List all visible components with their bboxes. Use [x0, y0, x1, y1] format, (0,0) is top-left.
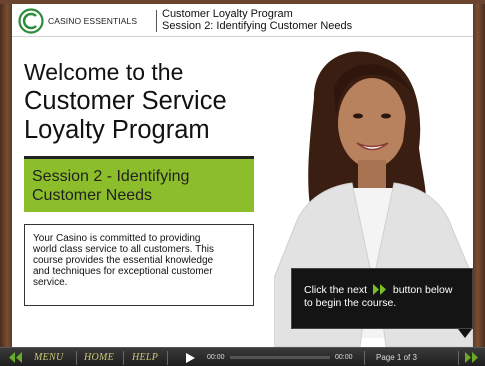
course-title: Customer Loyalty Program: [162, 8, 293, 20]
session-banner: Session 2 - Identifying Customer Needs: [24, 156, 254, 212]
play-button[interactable]: [186, 348, 195, 366]
separator: [364, 351, 365, 365]
callout-line-1: Click the next button below: [304, 284, 464, 297]
page-indicator-text: Page 1 of 3: [376, 353, 417, 362]
intro-line-4: and techniques for exceptional customer: [33, 266, 213, 277]
prev-button[interactable]: [8, 348, 24, 366]
frame-left: [0, 0, 12, 366]
help-link[interactable]: HELP: [132, 348, 158, 366]
separator: [76, 351, 77, 365]
next-arrow-icon: [372, 284, 386, 295]
welcome-line-2: Customer Service: [24, 87, 227, 115]
page-indicator: Page 1 of 3: [376, 348, 417, 366]
home-label: HOME: [84, 352, 115, 363]
welcome-line-3: Loyalty Program: [24, 116, 210, 144]
help-label: HELP: [132, 352, 159, 363]
casino-essentials-logo-icon: [18, 8, 44, 34]
callout-text-after: button below: [392, 284, 453, 296]
frame-right: [473, 0, 485, 366]
separator: [167, 351, 168, 365]
intro-text-box: Your Casino is committed to providing wo…: [24, 224, 254, 306]
session-banner-line-2: Customer Needs: [32, 187, 153, 204]
play-icon: [186, 352, 195, 363]
separator: [123, 351, 124, 365]
next-button[interactable]: [464, 348, 480, 366]
logo-text: CASINO ESSENTIALS: [48, 16, 138, 26]
double-chevron-right-icon: [465, 352, 478, 363]
home-link[interactable]: HOME: [84, 348, 114, 366]
progress-track[interactable]: [230, 356, 330, 359]
player-control-bar: MENU HOME HELP 00:00 00:00 Page 1 of 3: [0, 347, 485, 366]
time-elapsed-text: 00:00: [207, 354, 225, 361]
header-divider: [156, 10, 157, 32]
time-total: 00:00: [335, 348, 353, 366]
welcome-line-1: Welcome to the: [24, 59, 184, 85]
session-title: Session 2: Identifying Customer Needs: [162, 20, 353, 32]
logo: CASINO ESSENTIALS: [18, 8, 160, 34]
time-elapsed: 00:00: [207, 348, 225, 366]
callout-line-2: to begin the course.: [304, 297, 397, 309]
separator: [458, 351, 459, 365]
course-header: CASINO ESSENTIALS Customer Loyalty Progr…: [12, 4, 473, 37]
double-chevron-left-icon: [9, 352, 22, 363]
callout-tail: [458, 329, 472, 338]
welcome-heading: Welcome to the Customer Service Loyalty …: [24, 58, 284, 145]
intro-line-2: world class service to all customers. Th…: [33, 244, 214, 255]
callout-text-before: Click the next: [304, 284, 368, 296]
time-total-text: 00:00: [335, 354, 353, 361]
next-instruction-callout: Click the next button below to begin the…: [291, 268, 473, 329]
intro-line-5: service.: [33, 277, 68, 288]
menu-link[interactable]: MENU: [34, 348, 64, 366]
session-banner-line-1: Session 2 - Identifying: [32, 168, 190, 185]
header-titles: Customer Loyalty Program Session 2: Iden…: [162, 8, 352, 32]
menu-label: MENU: [34, 352, 64, 363]
intro-line-3: course provides the essential knowledge: [33, 255, 214, 266]
intro-line-1: Your Casino is committed to providing: [33, 233, 201, 244]
